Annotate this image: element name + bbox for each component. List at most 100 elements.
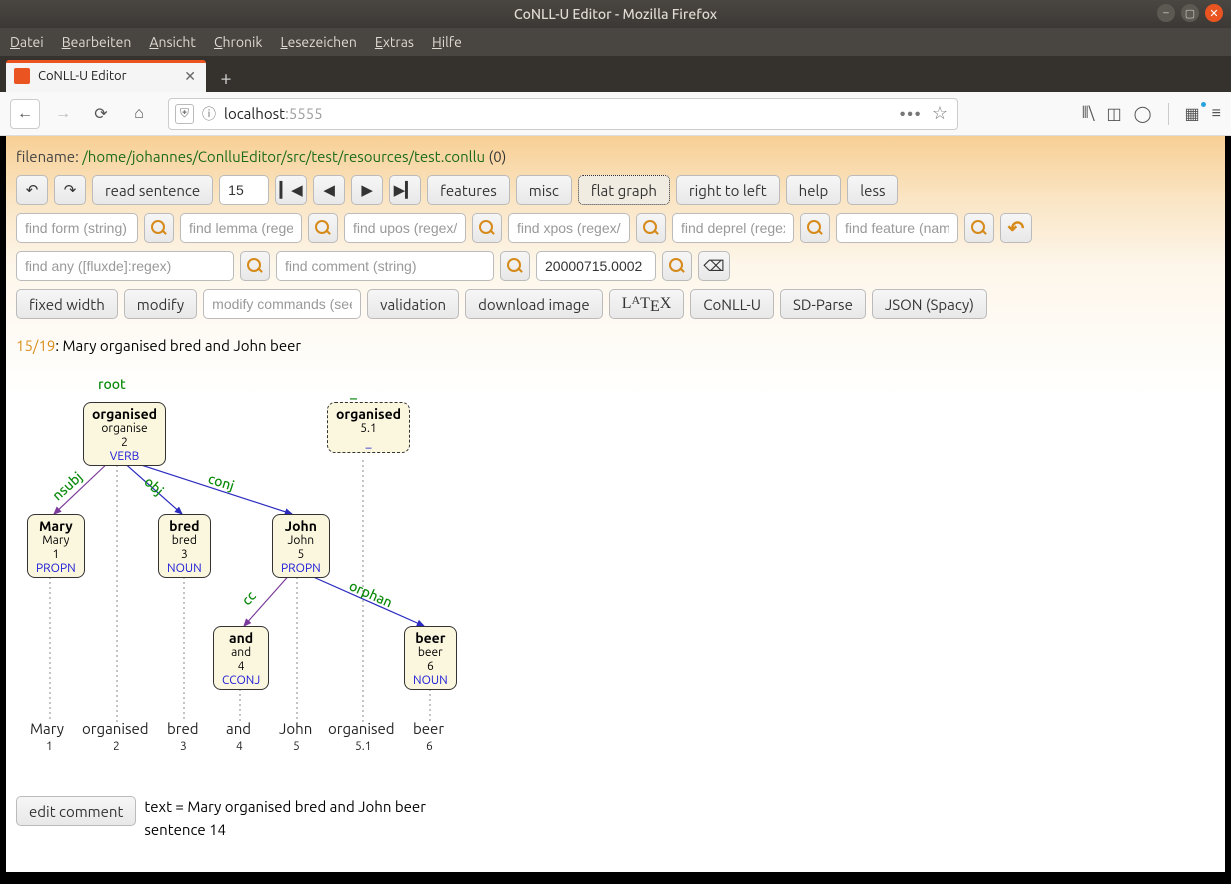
prev-button[interactable]: ◀: [313, 175, 345, 205]
titlebar: CoNLL-U Editor - Mozilla Firefox – ▢ ✕: [0, 0, 1231, 28]
find-upos-search-button[interactable]: [472, 213, 502, 243]
latex-button[interactable]: LATEX: [609, 289, 685, 319]
read-sentence-button[interactable]: read sentence: [92, 175, 213, 205]
sdparse-button[interactable]: SD-Parse: [780, 289, 866, 319]
tab-close-icon[interactable]: ✕: [184, 68, 196, 85]
clear-button[interactable]: ⌫: [698, 251, 730, 281]
sidebar-icon[interactable]: ◫: [1107, 104, 1122, 123]
flat-graph-button[interactable]: flat graph: [578, 175, 670, 205]
node-5-1-organised[interactable]: organised 5.1 _: [327, 402, 410, 453]
bookmark-star-icon[interactable]: ☆: [932, 103, 949, 124]
reload-button[interactable]: ⟳: [86, 99, 116, 129]
sentence-id-input[interactable]: [536, 251, 656, 281]
url-text: localhost:5555: [224, 105, 323, 122]
tab-conllu-editor[interactable]: CoNLL-U Editor ✕: [6, 60, 206, 92]
filename-row: filename: /home/johannes/ConlluEditor/sr…: [16, 148, 1215, 165]
menu-hilfe[interactable]: Hilfe: [432, 34, 462, 50]
find-form-search-button[interactable]: [144, 213, 174, 243]
menu-datei[interactable]: Datei: [10, 34, 44, 50]
find-xpos-search-button[interactable]: [636, 213, 666, 243]
token-1: Mary: [30, 720, 64, 737]
misc-button[interactable]: misc: [516, 175, 572, 205]
find-lemma-search-button[interactable]: [308, 213, 338, 243]
extensions-icon[interactable]: ▦: [1185, 104, 1200, 123]
edit-comment-button[interactable]: edit comment: [16, 796, 136, 826]
token-2: organised: [82, 720, 149, 737]
find-comment-input[interactable]: [276, 251, 494, 281]
url-bar[interactable]: ⛨ ⓘ localhost:5555 ••• ☆: [168, 98, 958, 130]
search-icon: [669, 258, 685, 274]
forward-button[interactable]: →: [48, 99, 78, 129]
download-image-button[interactable]: download image: [465, 289, 603, 319]
shield-icon[interactable]: ⛨: [175, 104, 194, 124]
info-icon[interactable]: ⓘ: [202, 104, 216, 124]
token-5-1: organised: [328, 720, 395, 737]
close-icon[interactable]: ✕: [1205, 4, 1223, 22]
new-tab-button[interactable]: +: [210, 62, 242, 92]
node-2-organised[interactable]: organised organise 2 VERB: [83, 402, 166, 466]
undo-button[interactable]: ↶: [16, 175, 48, 205]
find-feature-input[interactable]: [836, 213, 958, 243]
home-button[interactable]: ⌂: [124, 99, 154, 129]
back-button[interactable]: ←: [10, 99, 40, 129]
json-spacy-button[interactable]: JSON (Spacy): [872, 289, 987, 319]
rel-root: root: [98, 376, 126, 392]
rel-mwe: _: [350, 384, 357, 400]
menu-bearbeiten[interactable]: Bearbeiten: [62, 34, 132, 50]
library-icon[interactable]: ⫴\: [1082, 104, 1095, 123]
search-icon: [807, 220, 823, 236]
minimize-icon[interactable]: –: [1157, 4, 1175, 22]
redo-button[interactable]: ↷: [54, 175, 86, 205]
search-icon: [315, 220, 331, 236]
find-deprel-input[interactable]: [672, 213, 794, 243]
node-3-bred[interactable]: bred bred 3 NOUN: [158, 514, 211, 578]
node-5-john[interactable]: John John 5 PROPN: [272, 514, 330, 578]
url-more-icon[interactable]: •••: [899, 104, 921, 124]
sentence-number-input[interactable]: [219, 175, 269, 205]
find-form-input[interactable]: [16, 213, 138, 243]
find-any-input[interactable]: [16, 251, 234, 281]
modify-button[interactable]: modify: [124, 289, 197, 319]
sentence-info: 15/19: Mary organised bred and John beer: [16, 337, 1215, 354]
node-4-and[interactable]: and and 4 CCONJ: [213, 626, 269, 690]
sentence-id-search-button[interactable]: [662, 251, 692, 281]
window-title: CoNLL-U Editor - Mozilla Firefox: [514, 6, 717, 22]
next-button[interactable]: ▶: [351, 175, 383, 205]
menu-ansicht[interactable]: Ansicht: [149, 34, 196, 50]
search-icon: [479, 220, 495, 236]
last-button[interactable]: ▶▎: [389, 175, 421, 205]
revert-button[interactable]: ↶: [1000, 213, 1032, 243]
node-6-beer[interactable]: beer beer 6 NOUN: [404, 626, 457, 690]
token-6: beer: [413, 720, 444, 737]
tab-favicon-icon: [14, 68, 30, 84]
right-to-left-button[interactable]: right to left: [676, 175, 780, 205]
find-xpos-input[interactable]: [508, 213, 630, 243]
maximize-icon[interactable]: ▢: [1181, 4, 1199, 22]
find-upos-input[interactable]: [344, 213, 466, 243]
menu-extras[interactable]: Extras: [375, 34, 414, 50]
help-button[interactable]: help: [786, 175, 842, 205]
menu-chronik[interactable]: Chronik: [214, 34, 263, 50]
conllu-button[interactable]: CoNLL-U: [690, 289, 774, 319]
menu-lesezeichen[interactable]: Lesezeichen: [280, 34, 356, 50]
account-icon[interactable]: ◯: [1134, 104, 1152, 123]
modify-commands-input[interactable]: [203, 289, 361, 319]
less-button[interactable]: less: [847, 175, 898, 205]
token-3: bred: [167, 720, 199, 737]
token-5: John: [279, 720, 312, 737]
search-icon: [507, 258, 523, 274]
find-any-search-button[interactable]: [240, 251, 270, 281]
node-1-mary[interactable]: Mary Mary 1 PROPN: [27, 514, 85, 578]
menubar: Datei Bearbeiten Ansicht Chronik Lesezei…: [0, 28, 1231, 56]
first-button[interactable]: ▎◀: [275, 175, 307, 205]
features-button[interactable]: features: [427, 175, 510, 205]
dependency-tree[interactable]: root _ nsubj obj conj cc orphan organise…: [16, 362, 1215, 792]
fixed-width-button[interactable]: fixed width: [16, 289, 118, 319]
find-lemma-input[interactable]: [180, 213, 302, 243]
menu-icon[interactable]: ≡: [1212, 104, 1221, 123]
find-comment-search-button[interactable]: [500, 251, 530, 281]
find-feature-search-button[interactable]: [964, 213, 994, 243]
find-deprel-search-button[interactable]: [800, 213, 830, 243]
search-icon: [247, 258, 263, 274]
validation-button[interactable]: validation: [367, 289, 459, 319]
